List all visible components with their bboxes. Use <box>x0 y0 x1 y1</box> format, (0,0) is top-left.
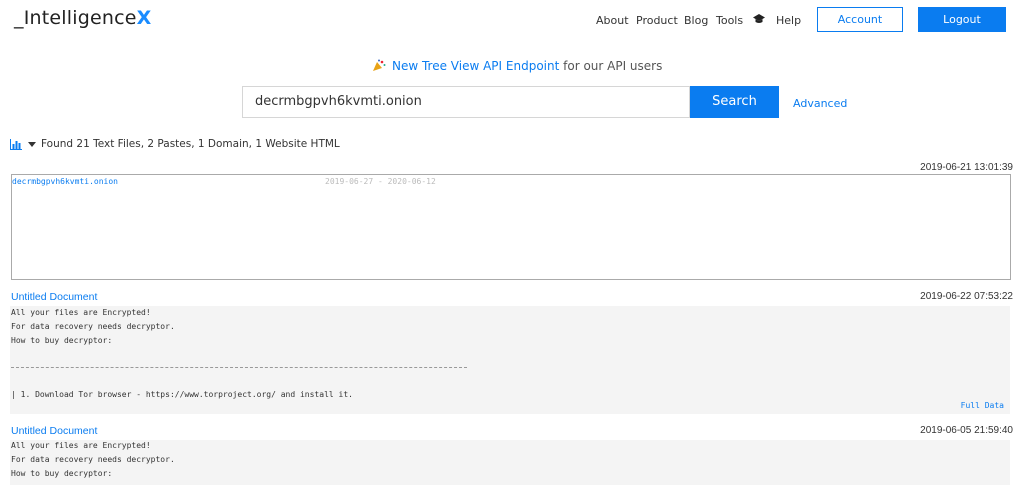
tree-item-date-range: 2019-06-27 - 2020-06-12 <box>325 177 436 186</box>
graduation-cap-icon[interactable] <box>753 13 765 25</box>
preview-line: How to buy decryptor: <box>11 336 113 345</box>
preview-line: How to buy decryptor: <box>11 469 113 478</box>
logo[interactable]: _IntelligenceX <box>14 7 152 29</box>
preview-line: All your files are Encrypted! <box>11 308 151 317</box>
preview-line: For data recovery needs decryptor. <box>11 322 175 331</box>
result-timestamp: 2019-06-22 07:53:22 <box>920 291 1013 302</box>
nav-blog[interactable]: Blog <box>684 14 708 27</box>
nav-product[interactable]: Product <box>636 14 678 27</box>
announcement: New Tree View API Endpoint for our API u… <box>372 59 662 73</box>
result-title[interactable]: Untitled Document <box>11 425 97 437</box>
logout-button[interactable]: Logout <box>918 7 1006 32</box>
tree-view-box <box>11 174 1011 280</box>
full-data-link[interactable]: Full Data <box>961 401 1004 410</box>
search-input[interactable]: decrmbgpvh6kvmti.onion <box>242 86 690 118</box>
separator-line <box>11 367 467 368</box>
preview-line: | 1. Download Tor browser - https://www.… <box>11 390 353 399</box>
result-preview[interactable]: All your files are Encrypted! For data r… <box>10 440 1010 485</box>
result-preview[interactable]: All your files are Encrypted! For data r… <box>10 306 1010 414</box>
nav-about[interactable]: About <box>596 14 629 27</box>
advanced-link[interactable]: Advanced <box>793 97 847 110</box>
account-button[interactable]: Account <box>817 7 903 32</box>
logo-text: _Intelligence <box>14 7 137 29</box>
preview-line: For data recovery needs decryptor. <box>11 455 175 464</box>
logo-x: X <box>136 7 152 29</box>
tree-view-link[interactable]: New Tree View API Endpoint <box>392 59 559 73</box>
result-summary: Found 21 Text Files, 2 Pastes, 1 Domain,… <box>41 138 340 150</box>
preview-line: All your files are Encrypted! <box>11 441 151 450</box>
search-button[interactable]: Search <box>690 86 779 118</box>
tree-item-link[interactable]: decrmbgpvh6kvmti.onion <box>12 177 118 186</box>
nav-tools[interactable]: Tools <box>716 14 743 27</box>
result-timestamp: 2019-06-05 21:59:40 <box>920 425 1013 436</box>
result-title[interactable]: Untitled Document <box>11 291 97 303</box>
party-popper-icon <box>373 59 386 71</box>
bar-chart-icon[interactable] <box>10 139 22 150</box>
announcement-text: for our API users <box>559 59 663 73</box>
nav-help[interactable]: Help <box>776 14 801 27</box>
caret-down-icon[interactable] <box>28 142 36 147</box>
tree-timestamp: 2019-06-21 13:01:39 <box>920 162 1013 173</box>
